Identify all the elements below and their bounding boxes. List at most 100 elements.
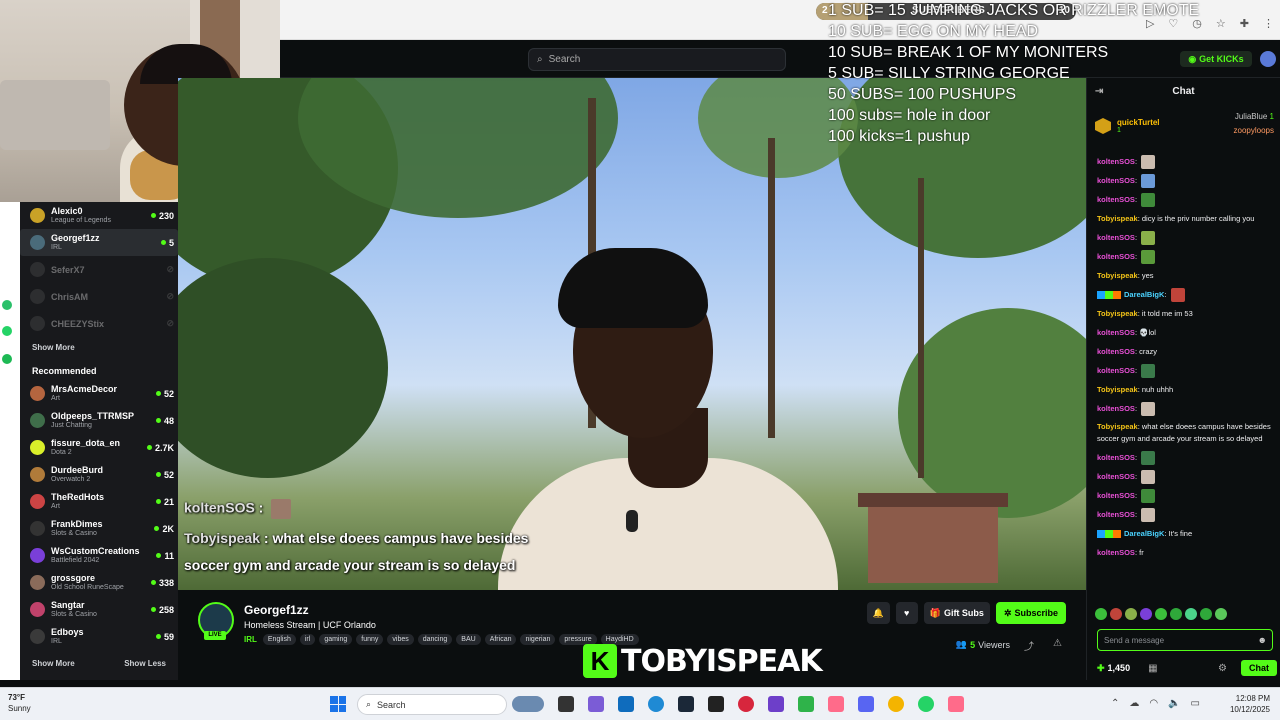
show-less-recommended[interactable]: Show Less xyxy=(124,659,166,668)
tag-chip[interactable]: irl xyxy=(299,634,316,645)
chat-username[interactable]: koltenSOS xyxy=(1097,491,1135,500)
send-chat-button[interactable]: Chat xyxy=(1241,660,1277,676)
file-explorer-icon[interactable] xyxy=(558,696,574,712)
sidebar-channel[interactable]: Edboys IRL 59 xyxy=(20,623,178,650)
tag-chip[interactable]: African xyxy=(484,634,517,645)
tag-chip[interactable]: English xyxy=(262,634,296,645)
store-icon[interactable] xyxy=(618,696,634,712)
app-icon[interactable] xyxy=(948,696,964,712)
battery-icon[interactable]: ▭ xyxy=(1191,698,1200,709)
tag-chip[interactable]: vibes xyxy=(387,634,414,645)
whatsapp-icon[interactable] xyxy=(2,326,12,336)
emote-icon[interactable] xyxy=(1155,608,1167,620)
sidebar-channel[interactable]: Sangtar Slots & Casino 258 xyxy=(20,596,178,623)
app-icon[interactable] xyxy=(512,696,544,712)
sidebar-channel[interactable]: WsCustomCreations Battlefield 2042 11 xyxy=(20,542,178,569)
sidebar-channel[interactable]: fissure_dota_en Dota 2 2.7K xyxy=(20,434,178,461)
emote-icon[interactable] xyxy=(1200,608,1212,620)
chrome-icon[interactable] xyxy=(888,696,904,712)
top-gifter-name[interactable]: quickTurtel xyxy=(1117,118,1160,127)
follow-button[interactable]: ♥ xyxy=(895,602,918,624)
epic-icon[interactable] xyxy=(708,696,724,712)
chat-username[interactable]: Tobyispeak xyxy=(1097,271,1138,280)
opera-icon[interactable] xyxy=(738,696,754,712)
windows-start-icon[interactable] xyxy=(330,696,346,712)
collapse-chat-icon[interactable]: ⇥ xyxy=(1095,86,1103,97)
chat-username[interactable]: koltenSOS xyxy=(1097,176,1135,185)
sidebar-channel[interactable]: Oldpeeps_TTRMSP Just Chatting 48 xyxy=(20,407,178,434)
volume-icon[interactable]: 🔈 xyxy=(1168,698,1180,709)
search-input[interactable]: ⌕ Search xyxy=(528,48,786,71)
chat-username[interactable]: DarealBigK xyxy=(1124,290,1164,299)
show-more-recommended[interactable]: Show More xyxy=(32,659,75,668)
tag-chip[interactable]: dancing xyxy=(417,634,453,645)
tag-chip[interactable]: funny xyxy=(356,634,384,645)
chat-username[interactable]: Tobyispeak xyxy=(1097,309,1138,318)
chat-username[interactable]: Tobyispeak xyxy=(1097,214,1138,223)
emote-icon[interactable] xyxy=(1110,608,1122,620)
tag-chip[interactable]: nigerian xyxy=(520,634,556,645)
tag-chip[interactable]: BAU xyxy=(456,634,481,645)
chat-username[interactable]: koltenSOS xyxy=(1097,347,1135,356)
chat-username[interactable]: koltenSOS xyxy=(1097,328,1135,337)
share-icon[interactable]: ⤴ xyxy=(1024,638,1034,653)
streamer-name[interactable]: Georgef1zz xyxy=(244,603,309,617)
sidebar-channel[interactable]: Alexic0 League of Legends 230 xyxy=(20,202,178,229)
taskbar-search[interactable]: ⌕ Search xyxy=(357,694,507,715)
chat-username[interactable]: koltenSOS xyxy=(1097,157,1135,166)
emote-icon[interactable] xyxy=(1125,608,1137,620)
sidebar-channel[interactable]: MrsAcmeDecor Art 52 xyxy=(20,380,178,407)
steam-icon[interactable] xyxy=(678,696,694,712)
sidebar-channel[interactable]: ChrisAM ⊘ xyxy=(20,283,178,310)
gifter-name[interactable]: zoopyloops xyxy=(1234,124,1274,138)
calendar-icon[interactable]: ▦ xyxy=(1148,663,1157,674)
cloud-icon[interactable]: ☁ xyxy=(1129,698,1139,709)
edge-icon[interactable] xyxy=(648,696,664,712)
emote-icon[interactable] xyxy=(1095,608,1107,620)
chat-username[interactable]: koltenSOS xyxy=(1097,195,1135,204)
discord-icon[interactable] xyxy=(858,696,874,712)
chat-message-input[interactable]: Send a message ☻ xyxy=(1097,629,1273,651)
sidebar-channel[interactable]: SeferX7 ⊘ xyxy=(20,256,178,283)
sidebar-channel[interactable]: DurdeeBurd Overwatch 2 52 xyxy=(20,461,178,488)
chat-username[interactable]: koltenSOS xyxy=(1097,366,1135,375)
stream-category[interactable]: IRL xyxy=(244,635,257,644)
chat-username[interactable]: koltenSOS xyxy=(1097,233,1135,242)
app-icon[interactable] xyxy=(768,696,784,712)
settings-gear-icon[interactable]: ⚙ xyxy=(1218,663,1227,674)
emoji-picker-icon[interactable]: ☻ xyxy=(1258,635,1267,645)
sidebar-channel[interactable]: CHEEZYStix ⊘ xyxy=(20,310,178,337)
chat-username[interactable]: koltenSOS xyxy=(1097,472,1135,481)
sidebar-channel[interactable]: Georgef1zz IRL 5 xyxy=(20,229,178,256)
spotify-icon[interactable] xyxy=(2,354,12,364)
whatsapp-icon[interactable] xyxy=(918,696,934,712)
sidebar-channel[interactable]: grossgore Old School RuneScape 338 xyxy=(20,569,178,596)
chat-username[interactable]: koltenSOS xyxy=(1097,548,1135,557)
emote-icon[interactable] xyxy=(1170,608,1182,620)
gifter-name[interactable]: JuliaBlue xyxy=(1235,112,1267,121)
chat-username[interactable]: koltenSOS xyxy=(1097,453,1135,462)
show-more-following[interactable]: Show More xyxy=(20,337,178,358)
chat-username[interactable]: Tobyispeak xyxy=(1097,385,1138,394)
copilot-icon[interactable] xyxy=(588,696,604,712)
chat-username[interactable]: koltenSOS xyxy=(1097,252,1135,261)
sidebar-channel[interactable]: TheRedHots Art 21 xyxy=(20,488,178,515)
tag-chip[interactable]: gaming xyxy=(319,634,353,645)
subscribe-button[interactable]: ✲ Subscribe xyxy=(995,602,1066,624)
chat-username[interactable]: koltenSOS xyxy=(1097,404,1135,413)
clock[interactable]: 12:08 PM 10/12/2025 xyxy=(1230,693,1270,715)
emote-icon[interactable] xyxy=(1140,608,1152,620)
kicks-balance[interactable]: ✚ 1,450 xyxy=(1097,663,1130,674)
notification-button[interactable]: 🔔 xyxy=(866,602,890,624)
app-icon[interactable] xyxy=(798,696,814,712)
wifi-icon[interactable]: ◠ xyxy=(1149,698,1158,709)
report-icon[interactable]: ⚠ xyxy=(1053,638,1062,649)
chat-username[interactable]: DarealBigK xyxy=(1124,529,1164,538)
chat-username[interactable]: koltenSOS xyxy=(1097,510,1135,519)
chat-username[interactable]: Tobyispeak xyxy=(1097,422,1138,431)
app-icon[interactable] xyxy=(828,696,844,712)
gift-subs-button[interactable]: 🎁 Gift Subs xyxy=(923,602,990,624)
sidebar-channel[interactable]: FrankDimes Slots & Casino 2K xyxy=(20,515,178,542)
emote-icon[interactable] xyxy=(1215,608,1227,620)
weather-widget[interactable]: 73°F Sunny xyxy=(8,692,31,714)
